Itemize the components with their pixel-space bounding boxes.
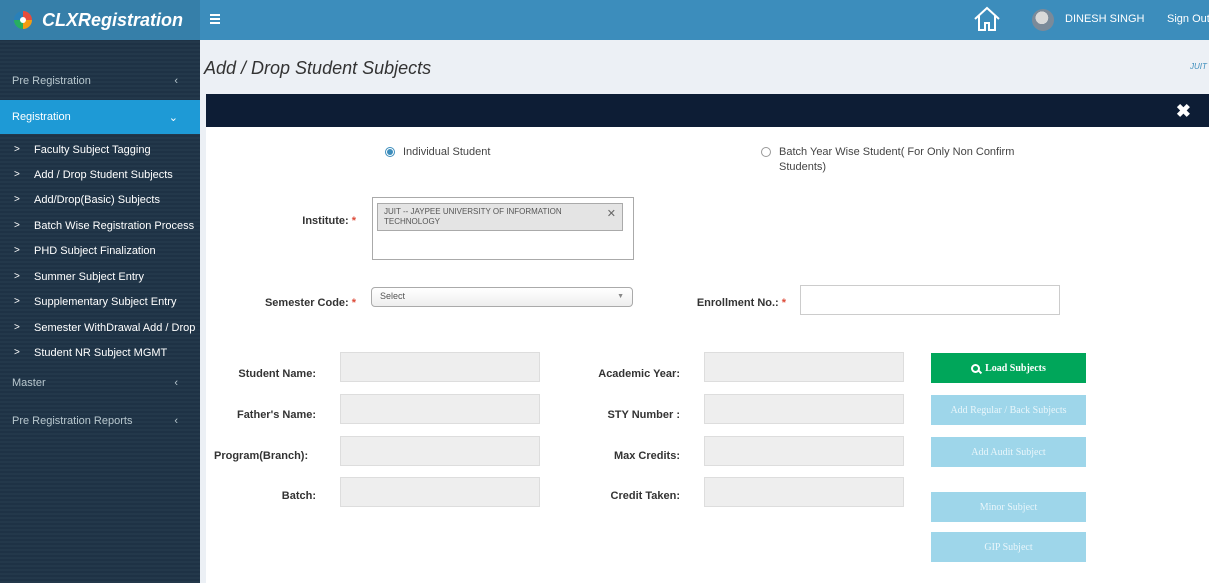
app-title: CLXRegistration (42, 9, 184, 30)
sidebar: Pre Registration ‹ Registration ⌄ > Facul… (0, 40, 200, 583)
sidebar-subitem[interactable]: > PHD Subject Finalization (0, 238, 200, 263)
chevron-right-icon: > (14, 194, 20, 205)
avatar[interactable] (1032, 9, 1054, 31)
sidebar-item-master[interactable]: Master ‹ (0, 366, 200, 400)
radio-batch-year-student[interactable]: Batch Year Wise Student( For Only Non Co… (761, 145, 1041, 175)
close-icon[interactable]: ✖ (1176, 101, 1191, 122)
semester-code-label: Semester Code: * (230, 297, 356, 309)
sidebar-item-registration[interactable]: Registration ⌄ (0, 100, 200, 134)
remove-chip-icon[interactable]: ✕ (607, 209, 616, 220)
chevron-right-icon: > (14, 245, 20, 256)
required-mark: * (781, 297, 786, 309)
panel-header: ✖ (206, 94, 1209, 127)
radio-checked-icon[interactable] (385, 147, 395, 157)
batch-field (340, 477, 540, 507)
sidebar-subitem[interactable]: > Summer Subject Entry (0, 264, 200, 289)
sidebar-item-label: Registration (12, 111, 71, 123)
chevron-right-icon: > (14, 322, 20, 333)
radio-individual-student[interactable]: Individual Student (385, 145, 490, 160)
institute-label: Institute: * (240, 215, 356, 227)
sidebar-item-label: Semester WithDrawal Add / Drop (34, 321, 196, 334)
chevron-right-icon: > (14, 144, 20, 155)
student-name-field (340, 352, 540, 382)
breadcrumb[interactable]: JUIT (1190, 62, 1207, 71)
sidebar-subitem[interactable]: > Batch Wise Registration Process (0, 213, 200, 238)
sidebar-subitem[interactable]: > Add/Drop(Basic) Subjects (0, 187, 200, 212)
father-name-label: Father's Name: (236, 409, 316, 421)
load-subjects-button[interactable]: Load Subjects (931, 353, 1086, 383)
chevron-right-icon: > (14, 220, 20, 231)
sidebar-item-label: Student NR Subject MGMT (34, 346, 168, 359)
institute-chip: JUIT -- JAYPEE UNIVERSITY OF INFORMATION… (377, 203, 623, 231)
search-icon (971, 363, 981, 373)
chevron-right-icon: > (14, 347, 20, 358)
credit-taken-label: Credit Taken: (610, 490, 680, 502)
credit-taken-field (704, 477, 904, 507)
sidebar-subitem[interactable]: > Supplementary Subject Entry (0, 289, 200, 314)
add-audit-subject-button[interactable]: Add Audit Subject (931, 437, 1086, 467)
sidebar-item-label: PHD Subject Finalization (34, 244, 156, 257)
user-name[interactable]: DINESH SINGH (1065, 13, 1144, 25)
sty-number-label: STY Number : (607, 409, 680, 421)
label-text: Institute: (302, 215, 349, 227)
add-regular-back-subjects-button[interactable]: Add Regular / Back Subjects (931, 395, 1086, 425)
sidebar-item-label: Pre Registration Reports (12, 415, 133, 427)
student-name-label: Student Name: (238, 368, 316, 380)
button-label: Load Subjects (985, 362, 1046, 374)
label-text: Enrollment No.: (696, 297, 779, 309)
home-icon[interactable] (972, 4, 1002, 34)
sidebar-subitem[interactable]: > Student NR Subject MGMT (0, 340, 200, 365)
sidebar-item-label: Batch Wise Registration Process (34, 219, 195, 232)
sidebar-item-label: Summer Subject Entry (34, 270, 145, 283)
sidebar-subitem[interactable]: > Semester WithDrawal Add / Drop (0, 315, 200, 340)
program-branch-label: Program(Branch): (214, 450, 309, 462)
chevron-left-icon: ‹ (174, 415, 178, 427)
sidebar-item-label: Pre Registration (12, 75, 91, 87)
batch-label: Batch: (281, 490, 316, 502)
minor-subject-button[interactable]: Minor Subject (931, 492, 1086, 522)
academic-year-label: Academic Year: (598, 368, 680, 380)
required-mark: * (351, 297, 356, 309)
sidebar-item-pre-registration[interactable]: Pre Registration ‹ (0, 64, 200, 98)
academic-year-field (704, 352, 904, 382)
program-branch-field (340, 436, 540, 466)
caret-down-icon: ▼ (617, 293, 624, 300)
institute-multiselect[interactable]: JUIT -- JAYPEE UNIVERSITY OF INFORMATION… (372, 197, 634, 260)
sty-number-field (704, 394, 904, 424)
page-title: Add / Drop Student Subjects (204, 58, 432, 78)
enrollment-input[interactable] (800, 285, 1060, 315)
semester-code-value: Select (380, 291, 406, 301)
radio-unchecked-icon[interactable] (761, 147, 771, 157)
hamburger-menu-icon[interactable] (208, 11, 224, 27)
sidebar-subitem[interactable]: > Faculty Subject Tagging (0, 137, 200, 162)
chevron-left-icon: ‹ (174, 75, 178, 87)
sidebar-item-label: Supplementary Subject Entry (34, 295, 177, 308)
sidebar-subitem[interactable]: > Add / Drop Student Subjects (0, 162, 200, 187)
app-logo[interactable]: CLXRegistration (0, 0, 200, 40)
semester-code-select[interactable]: Select ▼ (371, 287, 633, 307)
radio-label: Individual Student (403, 146, 491, 158)
max-credits-field (704, 436, 904, 466)
chevron-down-icon: ⌄ (168, 111, 178, 124)
radio-label: Batch Year Wise Student( For Only Non Co… (779, 146, 1015, 173)
sidebar-item-label: Add / Drop Student Subjects (34, 168, 173, 181)
institute-chip-label: JUIT -- JAYPEE UNIVERSITY OF INFORMATION… (384, 207, 562, 226)
required-mark: * (351, 215, 356, 227)
sidebar-item-label: Add/Drop(Basic) Subjects (34, 193, 160, 206)
max-credits-label: Max Credits: (613, 450, 680, 462)
chevron-right-icon: > (14, 271, 20, 282)
father-name-field (340, 394, 540, 424)
enrollment-label: Enrollment No.: * (640, 297, 786, 309)
sign-out-link[interactable]: Sign Out (1167, 13, 1209, 25)
sidebar-item-pre-registration-reports[interactable]: Pre Registration Reports ‹ (0, 404, 200, 438)
chevron-right-icon: > (14, 296, 20, 307)
gip-subject-button[interactable]: GIP Subject (931, 532, 1086, 562)
logo-icon (14, 11, 32, 29)
sidebar-item-label: Master (12, 377, 46, 389)
chevron-right-icon: > (14, 169, 20, 180)
sidebar-item-label: Faculty Subject Tagging (34, 143, 151, 156)
chevron-left-icon: ‹ (174, 377, 178, 389)
label-text: Semester Code: (264, 297, 349, 309)
top-navbar: CLXRegistration DINESH SINGH Sign Out (0, 0, 1209, 40)
